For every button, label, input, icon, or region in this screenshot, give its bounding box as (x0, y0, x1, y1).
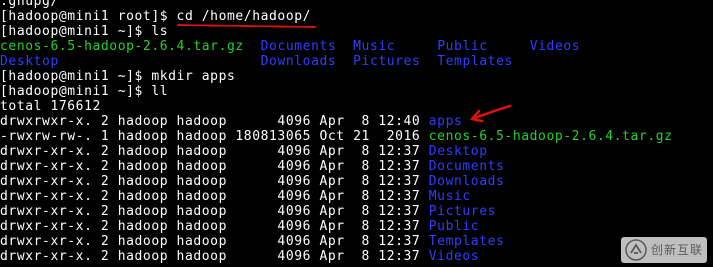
terminal-line: drwxr-xr-x. 2 hadoop hadoop 4096 Apr 8 1… (0, 249, 479, 264)
directory-name: Downloads (428, 174, 505, 189)
watermark: 创新互联 (620, 237, 707, 263)
directory-name: Downloads (260, 54, 337, 69)
terminal-line: [hadoop@mini1 ~]$ ls (0, 24, 168, 39)
directory-name: Public (437, 39, 488, 54)
red-arrow-icon (471, 104, 512, 123)
terminal-text: drwxr-xr-x. 2 hadoop hadoop 4096 Apr 8 1… (0, 159, 429, 174)
terminal-line: drwxr-xr-x. 2 hadoop hadoop 4096 Apr 8 1… (0, 144, 488, 159)
directory-name: Pictures (428, 204, 497, 219)
directory-name: Public (428, 219, 480, 234)
archive-file-name: cenos-6.5-hadoop-2.6.4.tar.gz (0, 39, 244, 54)
terminal-line: total 176612 (0, 99, 101, 114)
directory-name: Music (428, 189, 471, 204)
terminal-text: .gnupg/ (0, 0, 59, 9)
directory-name: Pictures (353, 54, 421, 69)
terminal-text: drwxr-xr-x. 2 hadoop hadoop 4096 Apr 8 1… (0, 189, 429, 204)
terminal-line: cenos-6.5-hadoop-2.6.4.tar.gz Documents … (0, 39, 580, 54)
watermark-text: 创新互联 (650, 242, 703, 257)
terminal-line: drwxr-xr-x. 2 hadoop hadoop 4096 Apr 8 1… (0, 159, 504, 174)
terminal-line: Desktop Downloads Pictures Templates (0, 54, 513, 69)
archive-file-name: cenos-6.5-hadoop-2.6.4.tar.gz (428, 129, 673, 144)
terminal-window[interactable]: .gnupg/[hadoop@mini1 root]$ cd /home/had… (0, 0, 713, 267)
terminal-line: drwxr-xr-x. 2 hadoop hadoop 4096 Apr 8 1… (0, 219, 479, 234)
terminal-text: total 176612 (0, 99, 101, 114)
terminal-text: [hadoop@mini1 root]$ cd /home/hadoop/ (0, 9, 312, 24)
terminal-text: drwxr-xr-x. 2 hadoop hadoop 4096 Apr 8 1… (0, 204, 429, 219)
terminal-line: drwxr-xr-x. 2 hadoop hadoop 4096 Apr 8 1… (0, 189, 471, 204)
terminal-line: drwxr-xr-x. 2 hadoop hadoop 4096 Apr 8 1… (0, 204, 496, 219)
terminal-line: drwxrwxr-x. 2 hadoop hadoop 4096 Apr 8 1… (0, 114, 462, 129)
terminal-line: drwxr-xr-x. 2 hadoop hadoop 4096 Apr 8 1… (0, 234, 504, 249)
terminal-line: [hadoop@mini1 ~]$ ll (0, 84, 168, 99)
terminal-line: [hadoop@mini1 ~]$ mkdir apps (0, 69, 235, 84)
terminal-text: [hadoop@mini1 ~]$ ls (0, 24, 169, 39)
directory-name: Videos (428, 249, 480, 264)
directory-name: Music (353, 39, 396, 54)
directory-name: Desktop (428, 144, 488, 159)
terminal-line: [hadoop@mini1 root]$ cd /home/hadoop/ (0, 9, 311, 24)
terminal-text: -rwxrw-rw-. 1 hadoop hadoop 180813065 Oc… (0, 129, 429, 144)
terminal-text: drwxr-xr-x. 2 hadoop hadoop 4096 Apr 8 1… (0, 249, 429, 264)
directory-name: Templates (437, 54, 513, 69)
directory-name: Documents (428, 159, 505, 174)
directory-name: apps (428, 114, 463, 129)
directory-name: Videos (529, 39, 581, 54)
terminal-text: [hadoop@mini1 ~]$ ll (0, 84, 169, 99)
terminal-text: drwxrwxr-x. 2 hadoop hadoop 4096 Apr 8 1… (0, 114, 429, 129)
watermark-logo-icon (625, 239, 647, 261)
terminal-text: drwxr-xr-x. 2 hadoop hadoop 4096 Apr 8 1… (0, 219, 429, 234)
terminal-text: drwxr-xr-x. 2 hadoop hadoop 4096 Apr 8 1… (0, 174, 429, 189)
directory-name: Desktop (0, 54, 59, 69)
terminal-text: [hadoop@mini1 ~]$ mkdir apps (0, 69, 236, 84)
directory-name: Templates (428, 234, 505, 249)
terminal-line: drwxr-xr-x. 2 hadoop hadoop 4096 Apr 8 1… (0, 174, 504, 189)
terminal-text: drwxr-xr-x. 2 hadoop hadoop 4096 Apr 8 1… (0, 234, 429, 249)
terminal-line: .gnupg/ (0, 0, 59, 9)
terminal-line: -rwxrw-rw-. 1 hadoop hadoop 180813065 Oc… (0, 129, 673, 144)
terminal-text: drwxr-xr-x. 2 hadoop hadoop 4096 Apr 8 1… (0, 144, 429, 159)
directory-name: Documents (260, 39, 337, 54)
